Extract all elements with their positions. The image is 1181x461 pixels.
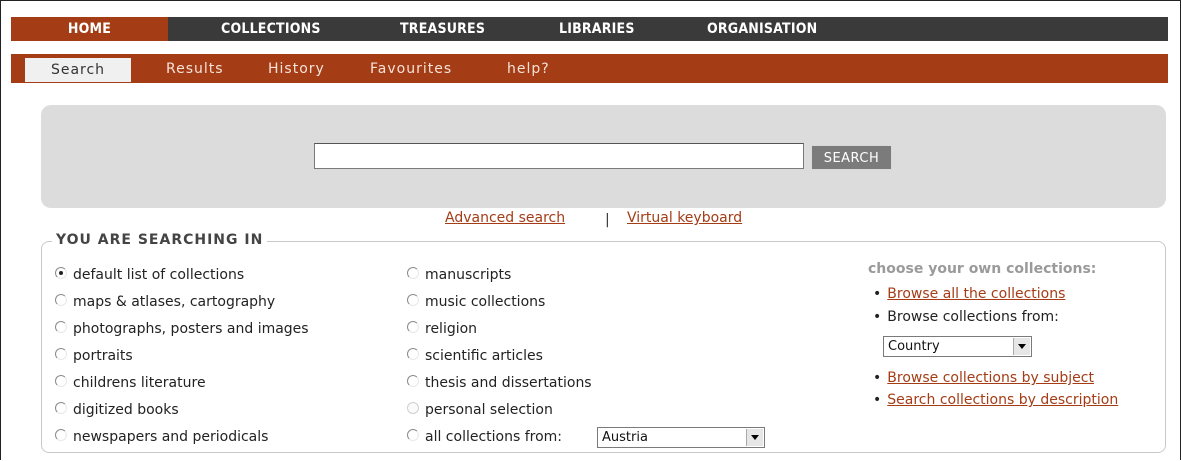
chevron-down-icon[interactable] — [1013, 338, 1030, 355]
browse-from-row: • Browse collections from: — [873, 309, 1059, 325]
option-scientific-articles[interactable]: scientific articles — [407, 346, 543, 366]
browse-from-label: Browse collections from: — [887, 309, 1059, 325]
subnav-history[interactable]: History — [268, 58, 325, 80]
link-separator: | — [605, 212, 610, 228]
sub-navigation: Search Results History Favourites help? — [11, 54, 1168, 83]
option-label: maps & atlases, cartography — [73, 294, 276, 310]
option-thesis[interactable]: thesis and dissertations — [407, 373, 592, 393]
option-default-collections[interactable]: default list of collections — [55, 265, 244, 285]
bullet-icon: • — [873, 309, 882, 325]
option-label: photographs, posters and images — [73, 321, 309, 337]
option-religion[interactable]: religion — [407, 319, 477, 339]
by-subject-row: • Browse collections by subject — [873, 370, 1094, 386]
subnav-favourites[interactable]: Favourites — [370, 58, 452, 80]
option-label: religion — [425, 321, 478, 337]
browse-by-subject-link[interactable]: Browse collections by subject — [887, 370, 1094, 386]
searching-in-legend: YOU ARE SEARCHING IN — [52, 232, 268, 248]
radio-icon[interactable] — [55, 321, 67, 333]
option-label: manuscripts — [425, 267, 512, 283]
bullet-icon: • — [873, 370, 882, 386]
option-label: music collections — [425, 294, 546, 310]
option-photographs[interactable]: photographs, posters and images — [55, 319, 309, 339]
by-description-row: • Search collections by description — [873, 392, 1118, 408]
collections-from-select[interactable]: Country — [883, 336, 1032, 357]
option-label: personal selection — [425, 402, 553, 418]
tab-treasures[interactable]: TREASURES — [400, 17, 485, 41]
option-label: childrens literature — [73, 375, 206, 391]
radio-icon[interactable] — [55, 294, 67, 306]
tab-libraries[interactable]: LIBRARIES — [559, 17, 635, 41]
country-select[interactable]: Austria — [597, 427, 765, 448]
own-collections-title: choose your own collections: — [868, 261, 1097, 277]
search-input[interactable] — [314, 143, 804, 169]
radio-icon[interactable] — [55, 348, 67, 360]
tab-organisation[interactable]: ORGANISATION — [707, 17, 817, 41]
tab-collections[interactable]: COLLECTIONS — [221, 17, 321, 41]
subnav-search[interactable]: Search — [25, 58, 131, 82]
virtual-keyboard-wrap: Virtual keyboard — [627, 210, 742, 226]
radio-icon[interactable] — [55, 375, 67, 387]
chevron-down-icon[interactable] — [746, 429, 763, 446]
browse-all-row: • Browse all the collections — [873, 286, 1065, 302]
option-label: scientific articles — [425, 348, 543, 364]
option-label: digitized books — [73, 402, 179, 418]
subnav-help[interactable]: help? — [507, 58, 550, 80]
option-label: newspapers and periodicals — [73, 429, 269, 445]
subnav-results[interactable]: Results — [166, 58, 224, 80]
option-maps[interactable]: maps & atlases, cartography — [55, 292, 275, 312]
radio-icon[interactable] — [55, 402, 67, 414]
option-portraits[interactable]: portraits — [55, 346, 133, 366]
option-music[interactable]: music collections — [407, 292, 545, 312]
radio-icon[interactable] — [407, 348, 419, 360]
tab-home[interactable]: HOME — [11, 17, 168, 41]
option-childrens-literature[interactable]: childrens literature — [55, 373, 206, 393]
radio-icon[interactable] — [55, 429, 67, 441]
option-label: all collections from: — [425, 429, 563, 445]
bullet-icon: • — [873, 286, 882, 302]
collections-from-value: Country — [888, 339, 940, 354]
browse-all-link[interactable]: Browse all the collections — [887, 286, 1065, 302]
radio-icon[interactable] — [407, 429, 419, 441]
search-button[interactable]: SEARCH — [811, 145, 892, 170]
option-personal-selection[interactable]: personal selection — [407, 400, 553, 420]
option-manuscripts[interactable]: manuscripts — [407, 265, 511, 285]
advanced-search-link[interactable]: Advanced search — [445, 210, 565, 226]
radio-icon[interactable] — [407, 321, 419, 333]
top-navigation: HOME COLLECTIONS TREASURES LIBRARIES ORG… — [11, 17, 1168, 41]
option-digitized-books[interactable]: digitized books — [55, 400, 179, 420]
option-label: portraits — [73, 348, 133, 364]
radio-icon[interactable] — [407, 375, 419, 387]
search-by-description-link[interactable]: Search collections by description — [887, 392, 1118, 408]
radio-icon[interactable] — [407, 294, 419, 306]
radio-icon[interactable] — [407, 402, 419, 414]
option-label: default list of collections — [73, 267, 245, 283]
option-newspapers[interactable]: newspapers and periodicals — [55, 427, 268, 447]
bullet-icon: • — [873, 392, 882, 408]
option-all-collections-from[interactable]: all collections from: — [407, 427, 562, 447]
option-label: thesis and dissertations — [425, 375, 592, 391]
virtual-keyboard-link[interactable]: Virtual keyboard — [627, 210, 742, 226]
advanced-search-wrap: Advanced search — [445, 210, 565, 226]
radio-icon[interactable] — [55, 267, 67, 279]
radio-icon[interactable] — [407, 267, 419, 279]
country-select-value: Austria — [602, 430, 648, 445]
